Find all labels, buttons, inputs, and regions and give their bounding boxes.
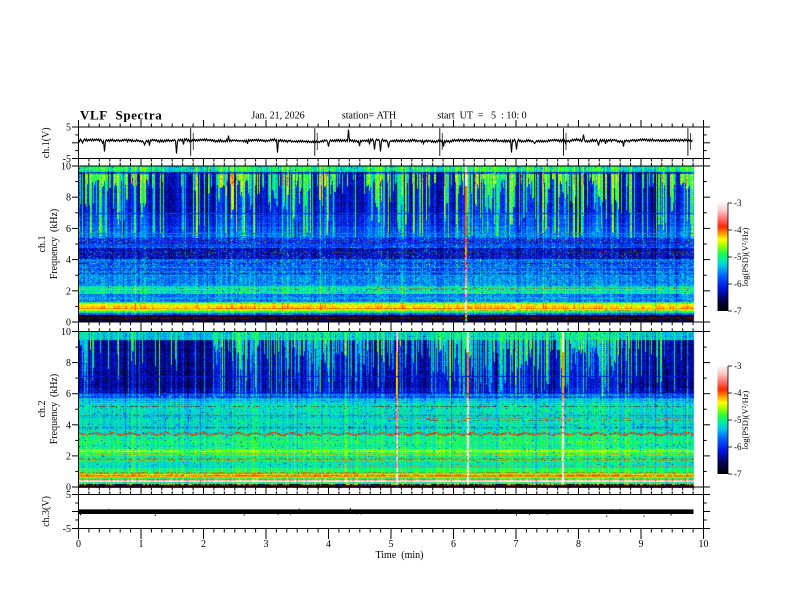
- svg-text:5: 5: [66, 123, 71, 134]
- svg-text:log(PSD)(V²/Hz): log(PSD)(V²/Hz): [740, 390, 750, 449]
- svg-text:10: 10: [699, 539, 709, 550]
- svg-text:-7: -7: [734, 306, 742, 316]
- svg-text:-3: -3: [734, 361, 742, 371]
- svg-text:Time (min): Time (min): [376, 550, 424, 561]
- svg-text:6: 6: [66, 224, 71, 235]
- svg-text:ch.2: ch.2: [37, 401, 48, 418]
- svg-text:4: 4: [66, 255, 71, 266]
- svg-text:VLF Spectra: VLF Spectra: [80, 108, 162, 123]
- svg-text:7: 7: [514, 539, 519, 550]
- svg-text:10: 10: [61, 327, 71, 338]
- svg-text:9: 9: [639, 539, 644, 550]
- svg-text:1: 1: [139, 539, 144, 550]
- svg-text:5: 5: [389, 539, 394, 550]
- svg-text:4: 4: [66, 420, 71, 431]
- svg-text:Frequency (kHz): Frequency (kHz): [49, 374, 60, 445]
- svg-text:log(PSD)(V²/Hz): log(PSD)(V²/Hz): [740, 227, 750, 286]
- svg-text:3: 3: [264, 539, 269, 550]
- svg-text:start UT = 5 : 10: 0: start UT = 5 : 10: 0: [437, 111, 526, 122]
- svg-text:8: 8: [66, 358, 71, 369]
- svg-text:4: 4: [326, 539, 331, 550]
- svg-text:10: 10: [61, 162, 71, 173]
- svg-text:0: 0: [76, 539, 81, 550]
- svg-text:8: 8: [576, 539, 581, 550]
- svg-text:station= ATH: station= ATH: [342, 111, 396, 122]
- svg-text:2: 2: [201, 539, 206, 550]
- svg-text:6: 6: [451, 539, 456, 550]
- svg-text:ch.1(V): ch.1(V): [41, 127, 52, 158]
- svg-text:6: 6: [66, 389, 71, 400]
- svg-text:5: 5: [66, 490, 71, 501]
- svg-text:ch.1: ch.1: [37, 236, 48, 253]
- svg-text:-3: -3: [734, 198, 742, 208]
- svg-text:2: 2: [66, 451, 71, 462]
- svg-text:ch.3(V): ch.3(V): [41, 496, 52, 527]
- svg-text:-5: -5: [63, 524, 71, 535]
- svg-text:-7: -7: [734, 469, 742, 479]
- svg-text:8: 8: [66, 193, 71, 204]
- svg-text:2: 2: [66, 286, 71, 297]
- svg-text:Jan. 21, 2026: Jan. 21, 2026: [251, 111, 304, 122]
- svg-text:Frequency (kHz): Frequency (kHz): [49, 209, 60, 280]
